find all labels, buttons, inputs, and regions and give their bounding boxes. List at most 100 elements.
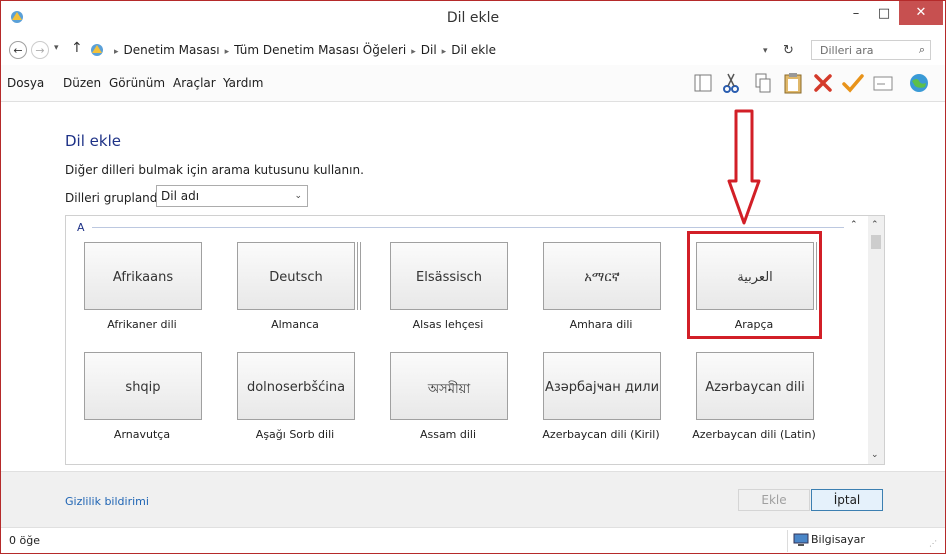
breadcrumb-separator: ▸	[441, 47, 447, 57]
language-tile[interactable]: አማርኛ Amhara dili	[525, 242, 677, 342]
title-bar: Dil ekle – □ ✕	[1, 1, 945, 36]
breadcrumb-control-panel[interactable]: Denetim Masası	[124, 43, 220, 57]
paste-icon[interactable]	[781, 71, 805, 95]
scroll-down-icon[interactable]: ⌄	[871, 450, 879, 460]
language-tile-box[interactable]: dolnoserbšćina	[237, 352, 355, 420]
menu-file[interactable]: Dosya	[7, 76, 44, 90]
language-caption: Alsas lehçesi	[412, 318, 484, 331]
refresh-button[interactable]: ↻	[783, 43, 794, 58]
up-button[interactable]: ↑	[71, 40, 83, 56]
language-list: A ⌃ ⌃ ⌄ Afrikaans Afrikaner dili Deutsch…	[65, 215, 885, 465]
language-caption: Arapça	[734, 318, 774, 331]
language-native-name: العربية	[737, 270, 773, 285]
language-native-name: አማርኛ	[584, 270, 620, 285]
search-hint: Diğer dilleri bulmak için arama kutusunu…	[65, 163, 364, 177]
language-tile[interactable]: Elsässisch Alsas lehçesi	[372, 242, 524, 342]
language-tile-box[interactable]: Азәрбајҹан дили	[543, 352, 661, 420]
language-tile-box[interactable]: العربية	[696, 242, 814, 310]
language-caption: Arnavutça	[113, 428, 171, 441]
language-native-name: অসমীয়া	[427, 382, 471, 397]
vertical-scrollbar[interactable]: ⌃ ⌄	[868, 216, 884, 464]
recent-locations-button[interactable]: ▾	[54, 43, 59, 53]
menu-help[interactable]: Yardım	[223, 76, 263, 90]
language-tile[interactable]: Deutsch Almanca	[219, 242, 371, 342]
layout-icon[interactable]	[691, 71, 715, 95]
breadcrumb[interactable]: ▸ Denetim Masası ▸ Tüm Denetim Masası Öğele…	[89, 40, 783, 60]
main-content: Dil ekle Diğer dilleri bulmak için arama…	[1, 102, 945, 471]
language-native-name: Afrikaans	[112, 270, 174, 285]
resize-grip-icon[interactable]: ⋰	[929, 539, 937, 548]
language-caption: Amhara dili	[569, 318, 633, 331]
collapse-group-icon[interactable]: ⌃	[850, 220, 858, 230]
group-by-label: Dilleri gruplandır:	[65, 191, 170, 205]
search-input[interactable]: Dilleri ara ⌕	[811, 40, 931, 60]
language-tile-box[interactable]: አማርኛ	[543, 242, 661, 310]
breadcrumb-separator: ▸	[114, 47, 119, 57]
status-divider	[787, 530, 788, 552]
language-tile[interactable]: Азәрбајҹан дили Azerbaycan dili (Kiril)	[525, 352, 677, 452]
globe-icon[interactable]	[907, 71, 931, 95]
language-caption: Azerbaycan dili (Kiril)	[542, 428, 660, 441]
address-dropdown-icon[interactable]: ▾	[763, 46, 768, 56]
language-tile-box[interactable]: Elsässisch	[390, 242, 508, 310]
language-tile-box[interactable]: Azərbaycan dili	[696, 352, 814, 420]
add-language-window: Dil ekle – □ ✕ ← → ▾ ↑ ▸ Denetim Masası ▸ T…	[0, 0, 946, 554]
menu-view[interactable]: Görünüm	[109, 76, 165, 90]
privacy-link[interactable]: Gizlilik bildirimi	[65, 495, 149, 508]
copy-icon[interactable]	[751, 71, 775, 95]
language-native-name: shqip	[125, 380, 161, 395]
group-divider	[92, 227, 844, 228]
language-tile-box[interactable]: shqip	[84, 352, 202, 420]
cancel-button[interactable]: İptal	[811, 489, 883, 511]
language-native-name: Elsässisch	[416, 270, 482, 285]
close-button[interactable]: ✕	[899, 1, 943, 25]
back-button[interactable]: ←	[9, 41, 27, 59]
cut-icon[interactable]	[719, 71, 743, 95]
footer: Gizlilik bildirimi Ekle İptal	[1, 471, 945, 528]
language-caption: Assam dili	[419, 428, 477, 441]
language-native-name: Deutsch	[269, 270, 323, 285]
address-bar: ← → ▾ ↑ ▸ Denetim Masası ▸ Tüm Denetim Masa…	[1, 35, 945, 66]
delete-icon[interactable]	[811, 71, 835, 95]
language-tile-box[interactable]: Deutsch	[237, 242, 355, 310]
group-by-value: Dil adı	[161, 189, 200, 203]
language-tile-box[interactable]: অসমীয়া	[390, 352, 508, 420]
maximize-button[interactable]: □	[871, 3, 897, 25]
search-icon[interactable]: ⌕	[919, 43, 925, 57]
language-tile[interactable]: dolnoserbšćina Aşağı Sorb dili	[219, 352, 371, 452]
add-button[interactable]: Ekle	[738, 489, 810, 511]
breadcrumb-path: ▸ Denetim Masası ▸ Tüm Denetim Masası Öğele…	[109, 43, 496, 57]
language-caption: Aşağı Sorb dili	[255, 428, 335, 441]
page-title: Dil ekle	[65, 132, 121, 150]
language-tile[interactable]: shqip Arnavutça	[66, 352, 218, 452]
item-count: 0 öğe	[9, 534, 40, 547]
language-tile[interactable]: অসমীয়া Assam dili	[372, 352, 524, 452]
group-by-select[interactable]: Dil adı ⌄	[156, 185, 308, 207]
properties-icon[interactable]	[871, 71, 895, 95]
breadcrumb-all-items[interactable]: Tüm Denetim Masası Öğeleri	[234, 43, 406, 57]
check-icon[interactable]	[841, 71, 865, 95]
menu-edit[interactable]: Düzen	[63, 76, 101, 90]
minimize-button[interactable]: –	[843, 3, 869, 25]
scroll-up-icon[interactable]: ⌃	[871, 220, 879, 230]
language-tile[interactable]: Afrikaans Afrikaner dili	[66, 242, 218, 342]
breadcrumb-add-language[interactable]: Dil ekle	[451, 43, 496, 57]
language-caption: Afrikaner dili	[107, 318, 177, 331]
menu-bar: Dosya Düzen Görünüm Araçlar Yardım	[1, 65, 945, 102]
breadcrumb-language[interactable]: Dil	[421, 43, 437, 57]
menu-tools[interactable]: Araçlar	[173, 76, 216, 90]
language-caption: Azerbaycan dili (Latin)	[692, 428, 816, 441]
language-caption: Almanca	[271, 318, 319, 331]
group-header-a: A	[77, 221, 85, 234]
scroll-thumb[interactable]	[871, 235, 881, 249]
breadcrumb-separator: ▸	[224, 47, 230, 57]
language-tile-box[interactable]: Afrikaans	[84, 242, 202, 310]
forward-button[interactable]: →	[31, 41, 49, 59]
language-tile-arabic[interactable]: العربية Arapça	[678, 242, 830, 342]
breadcrumb-separator: ▸	[411, 47, 416, 57]
language-native-name: Азәрбајҹан дили	[544, 380, 660, 395]
language-tile[interactable]: Azərbaycan dili Azerbaycan dili (Latin)	[678, 352, 830, 452]
window-title: Dil ekle	[446, 10, 500, 26]
status-bar: 0 öğe Bilgisayar ⋰	[1, 527, 945, 553]
language-native-name: Azərbaycan dili	[705, 380, 805, 395]
